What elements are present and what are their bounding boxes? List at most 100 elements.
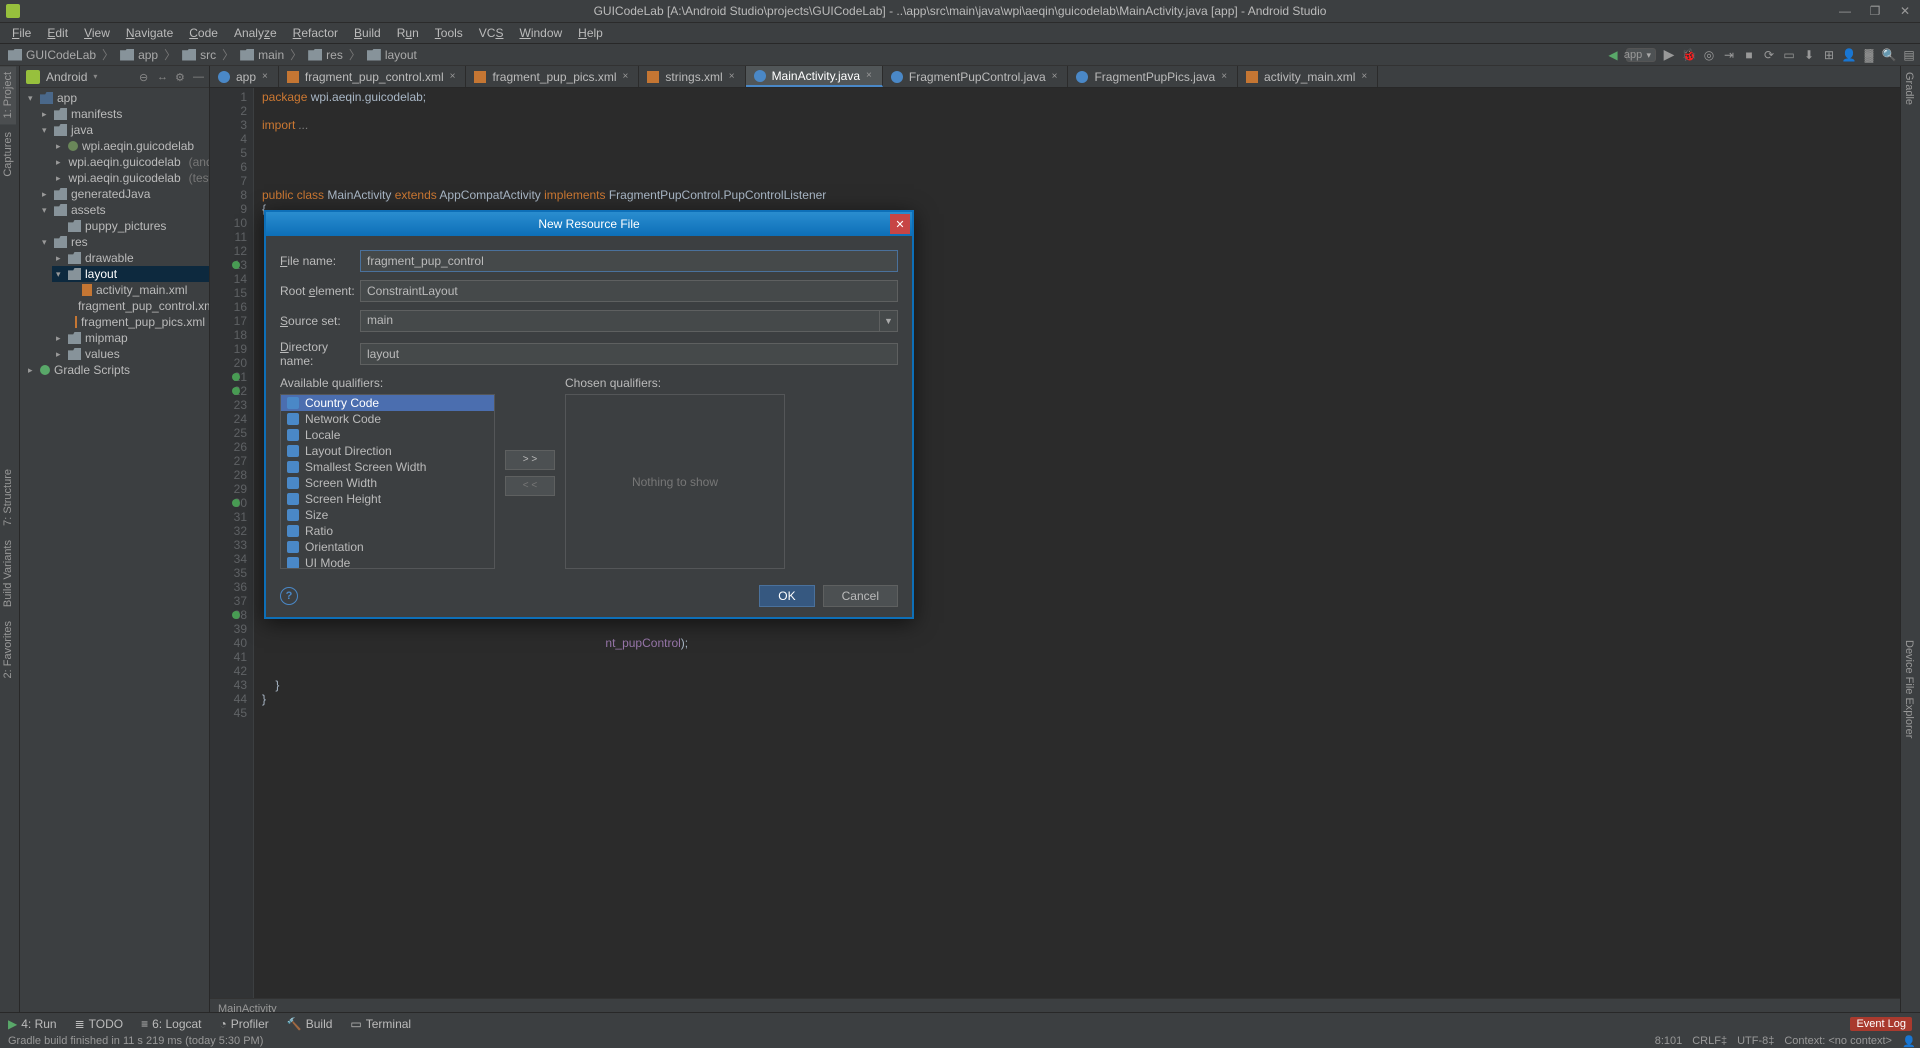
tree-file-fpp[interactable]: fragment_pup_pics.xml bbox=[66, 314, 209, 330]
window-minimize-button[interactable]: — bbox=[1830, 0, 1860, 22]
event-log-button[interactable]: Event Log bbox=[1850, 1017, 1912, 1031]
qualifier-item[interactable]: Layout Direction bbox=[281, 443, 494, 459]
caret-position[interactable]: 8:101 bbox=[1655, 1035, 1683, 1048]
vtab-build-variants[interactable]: Build Variants bbox=[0, 534, 16, 613]
qualifier-item[interactable]: Locale bbox=[281, 427, 494, 443]
qualifier-item[interactable]: Smallest Screen Width bbox=[281, 459, 494, 475]
vtab-project[interactable]: 1: Project bbox=[0, 66, 16, 124]
vtab-captures[interactable]: Captures bbox=[0, 126, 16, 183]
file-encoding[interactable]: UTF-8‡ bbox=[1737, 1035, 1774, 1048]
dialog-close-button[interactable]: ✕ bbox=[890, 214, 910, 234]
vtab-favorites[interactable]: 2: Favorites bbox=[0, 615, 16, 684]
gutter[interactable]: 1234567891011121314151617181920212223242… bbox=[210, 88, 254, 998]
tab-fpp[interactable]: fragment_pup_pics.xml× bbox=[466, 66, 639, 87]
menu-run[interactable]: Run bbox=[389, 26, 427, 40]
directory-name-input[interactable] bbox=[360, 343, 898, 365]
close-icon[interactable]: × bbox=[1221, 71, 1227, 82]
menu-build[interactable]: Build bbox=[346, 26, 389, 40]
available-qualifiers-list[interactable]: Country CodeNetwork CodeLocaleLayout Dir… bbox=[280, 394, 495, 569]
tree-genjava[interactable]: ▸generatedJava bbox=[38, 186, 209, 202]
bottom-terminal[interactable]: ▭Terminal bbox=[350, 1017, 411, 1031]
line-separator[interactable]: CRLF‡ bbox=[1692, 1035, 1727, 1048]
tab-fpc[interactable]: fragment_pup_control.xml× bbox=[279, 66, 467, 87]
profile-button[interactable]: ◎ bbox=[1702, 48, 1716, 62]
close-icon[interactable]: × bbox=[729, 71, 735, 82]
cancel-button[interactable]: Cancel bbox=[823, 585, 898, 607]
bottom-logcat[interactable]: ≡6: Logcat bbox=[141, 1017, 201, 1031]
bottom-profiler[interactable]: ◔Profiler bbox=[220, 1017, 269, 1031]
tree-values[interactable]: ▸values bbox=[52, 346, 209, 362]
tree-layout[interactable]: ▾layout bbox=[52, 266, 209, 282]
window-close-button[interactable]: ✕ bbox=[1890, 0, 1920, 22]
search-button[interactable]: 🔍 bbox=[1882, 48, 1896, 62]
source-set-select[interactable]: main ▼ bbox=[360, 310, 898, 332]
tree-settings-icon[interactable]: ⚙ bbox=[175, 71, 187, 83]
tree-res[interactable]: ▾res bbox=[38, 234, 209, 250]
bottom-todo[interactable]: ≣TODO bbox=[75, 1017, 124, 1031]
menu-tools[interactable]: Tools bbox=[427, 26, 471, 40]
run-config-selector[interactable]: app bbox=[1626, 48, 1656, 62]
context-selector[interactable]: Context: <no context> bbox=[1784, 1035, 1892, 1048]
tree-java[interactable]: ▾java bbox=[38, 122, 209, 138]
close-icon[interactable]: × bbox=[1361, 71, 1367, 82]
stop-button[interactable]: ■ bbox=[1742, 48, 1756, 62]
tree-mipmap[interactable]: ▸mipmap bbox=[52, 330, 209, 346]
tab-fpcj[interactable]: FragmentPupControl.java× bbox=[883, 66, 1069, 87]
tab-fppj[interactable]: FragmentPupPics.java× bbox=[1068, 66, 1238, 87]
qualifier-item[interactable]: Ratio bbox=[281, 523, 494, 539]
crumb-main[interactable]: main bbox=[240, 48, 284, 62]
tree-puppy[interactable]: puppy_pictures bbox=[52, 218, 209, 234]
ok-button[interactable]: OK bbox=[759, 585, 814, 607]
menu-help[interactable]: Help bbox=[570, 26, 611, 40]
add-qualifier-button[interactable]: > > bbox=[505, 450, 555, 470]
tree-pkg-test[interactable]: ▸wpi.aeqin.guicodelab(test) bbox=[52, 170, 209, 186]
nav-back-icon[interactable]: ◀ bbox=[1606, 48, 1620, 62]
tree-manifests[interactable]: ▸manifests bbox=[38, 106, 209, 122]
menu-vcs[interactable]: VCS bbox=[471, 26, 512, 40]
scroll-to-icon[interactable]: ↔ bbox=[157, 71, 169, 83]
bottom-run[interactable]: ▶4: Run bbox=[8, 1017, 57, 1031]
crumb-app[interactable]: app bbox=[120, 48, 158, 62]
menu-code[interactable]: Code bbox=[181, 26, 226, 40]
crumb-res[interactable]: res bbox=[308, 48, 343, 62]
crumb-project[interactable]: GUICodeLab bbox=[8, 48, 96, 62]
tab-act[interactable]: activity_main.xml× bbox=[1238, 66, 1378, 87]
help-button[interactable]: ? bbox=[280, 587, 298, 605]
tab-app[interactable]: app× bbox=[210, 66, 279, 87]
remove-qualifier-button[interactable]: < < bbox=[505, 476, 555, 496]
tree-assets[interactable]: ▾assets bbox=[38, 202, 209, 218]
attach-button[interactable]: ⇥ bbox=[1722, 48, 1736, 62]
qualifier-item[interactable]: Network Code bbox=[281, 411, 494, 427]
root-element-input[interactable] bbox=[360, 280, 898, 302]
tree-header-title[interactable]: Android bbox=[46, 70, 87, 84]
tree-pkg-main[interactable]: ▸wpi.aeqin.guicodelab bbox=[52, 138, 209, 154]
close-icon[interactable]: × bbox=[1052, 71, 1058, 82]
bottom-build[interactable]: 🔨Build bbox=[287, 1017, 333, 1031]
tree-gradle-scripts[interactable]: ▸Gradle Scripts bbox=[24, 362, 209, 378]
structure-button[interactable]: ⊞ bbox=[1822, 48, 1836, 62]
close-icon[interactable]: × bbox=[623, 71, 629, 82]
qualifier-item[interactable]: UI Mode bbox=[281, 555, 494, 569]
sdk-button[interactable]: ⬇ bbox=[1802, 48, 1816, 62]
vtab-structure[interactable]: 7: Structure bbox=[0, 463, 16, 532]
tree-app[interactable]: ▾app bbox=[24, 90, 209, 106]
qualifier-item[interactable]: Country Code bbox=[281, 395, 494, 411]
menu-file[interactable]: File bbox=[4, 26, 39, 40]
menu-view[interactable]: View bbox=[76, 26, 118, 40]
tree-pkg-androidtest[interactable]: ▸wpi.aeqin.guicodelab(androidTest) bbox=[52, 154, 209, 170]
file-name-input[interactable] bbox=[360, 250, 898, 272]
tree-file-act-main[interactable]: activity_main.xml bbox=[66, 282, 209, 298]
tab-mainactivity[interactable]: MainActivity.java× bbox=[746, 66, 883, 87]
collapse-all-icon[interactable]: ⊖ bbox=[139, 71, 151, 83]
qualifier-item[interactable]: Orientation bbox=[281, 539, 494, 555]
avd-button[interactable]: ▭ bbox=[1782, 48, 1796, 62]
vtab-gradle[interactable]: Gradle bbox=[1901, 66, 1917, 111]
project-tree[interactable]: ▾app ▸manifests ▾java ▸wpi.aeqin.guicode… bbox=[20, 88, 209, 1018]
tree-drawable[interactable]: ▸drawable bbox=[52, 250, 209, 266]
settings-button[interactable]: ▤ bbox=[1902, 48, 1916, 62]
debug-button[interactable]: 🐞 bbox=[1682, 48, 1696, 62]
qualifier-item[interactable]: Screen Width bbox=[281, 475, 494, 491]
crumb-src[interactable]: src bbox=[182, 48, 216, 62]
qualifier-item[interactable]: Size bbox=[281, 507, 494, 523]
crumb-layout[interactable]: layout bbox=[367, 48, 417, 62]
